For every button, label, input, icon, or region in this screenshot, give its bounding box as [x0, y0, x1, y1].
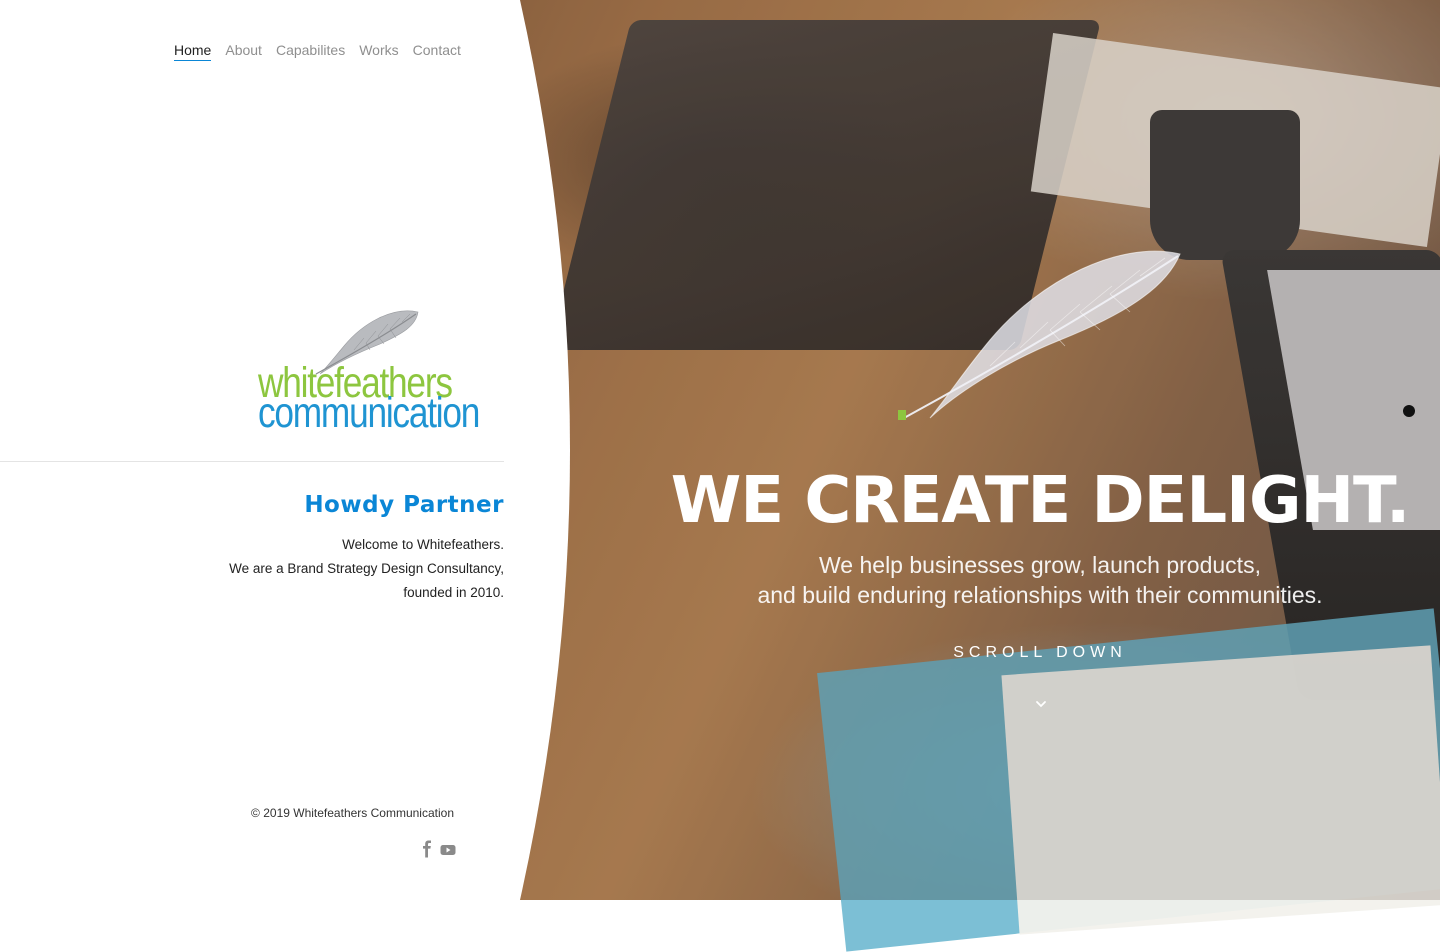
company-logo[interactable]: whitefeathers communication — [256, 306, 506, 437]
hero-feather-icon — [898, 250, 1181, 420]
logo-wordmark-line2: communication — [258, 389, 480, 437]
footer-copyright: © 2019 Whitefeathers Communication — [251, 806, 454, 820]
nav-item-works[interactable]: Works — [359, 42, 398, 61]
slide-indicator-dot[interactable] — [1403, 405, 1415, 417]
hero-subtitle-line: and build enduring relationships with th… — [757, 582, 1323, 608]
facebook-icon[interactable] — [420, 840, 434, 862]
nav-item-home[interactable]: Home — [174, 42, 212, 61]
nav-item-capabilities[interactable]: Capabilites — [276, 42, 345, 61]
hero-subtitle-line: We help businesses grow, launch products… — [819, 552, 1261, 578]
intro-heading: Howdy Partner — [304, 492, 504, 518]
hero-subtitle: We help businesses grow, launch products… — [640, 550, 1440, 610]
youtube-icon[interactable] — [440, 842, 456, 861]
section-divider — [0, 461, 504, 462]
intro-line: We are a Brand Strategy Design Consultan… — [229, 561, 504, 576]
nav-item-about[interactable]: About — [225, 42, 262, 61]
social-links — [420, 840, 456, 862]
scroll-down-link[interactable]: SCROLL DOWN — [840, 644, 1240, 662]
intro-line: founded in 2010. — [403, 585, 504, 600]
white-curved-panel — [0, 0, 570, 900]
hero-title: WE CREATE DELIGHT. — [670, 464, 1411, 538]
nav-item-contact[interactable]: Contact — [413, 42, 461, 61]
chevron-down-icon[interactable] — [1030, 693, 1052, 715]
intro-text: Welcome to Whitefeathers. We are a Brand… — [150, 533, 504, 605]
main-nav: Home About Capabilites Works Contact — [174, 42, 461, 61]
intro-line: Welcome to Whitefeathers. — [342, 537, 504, 552]
